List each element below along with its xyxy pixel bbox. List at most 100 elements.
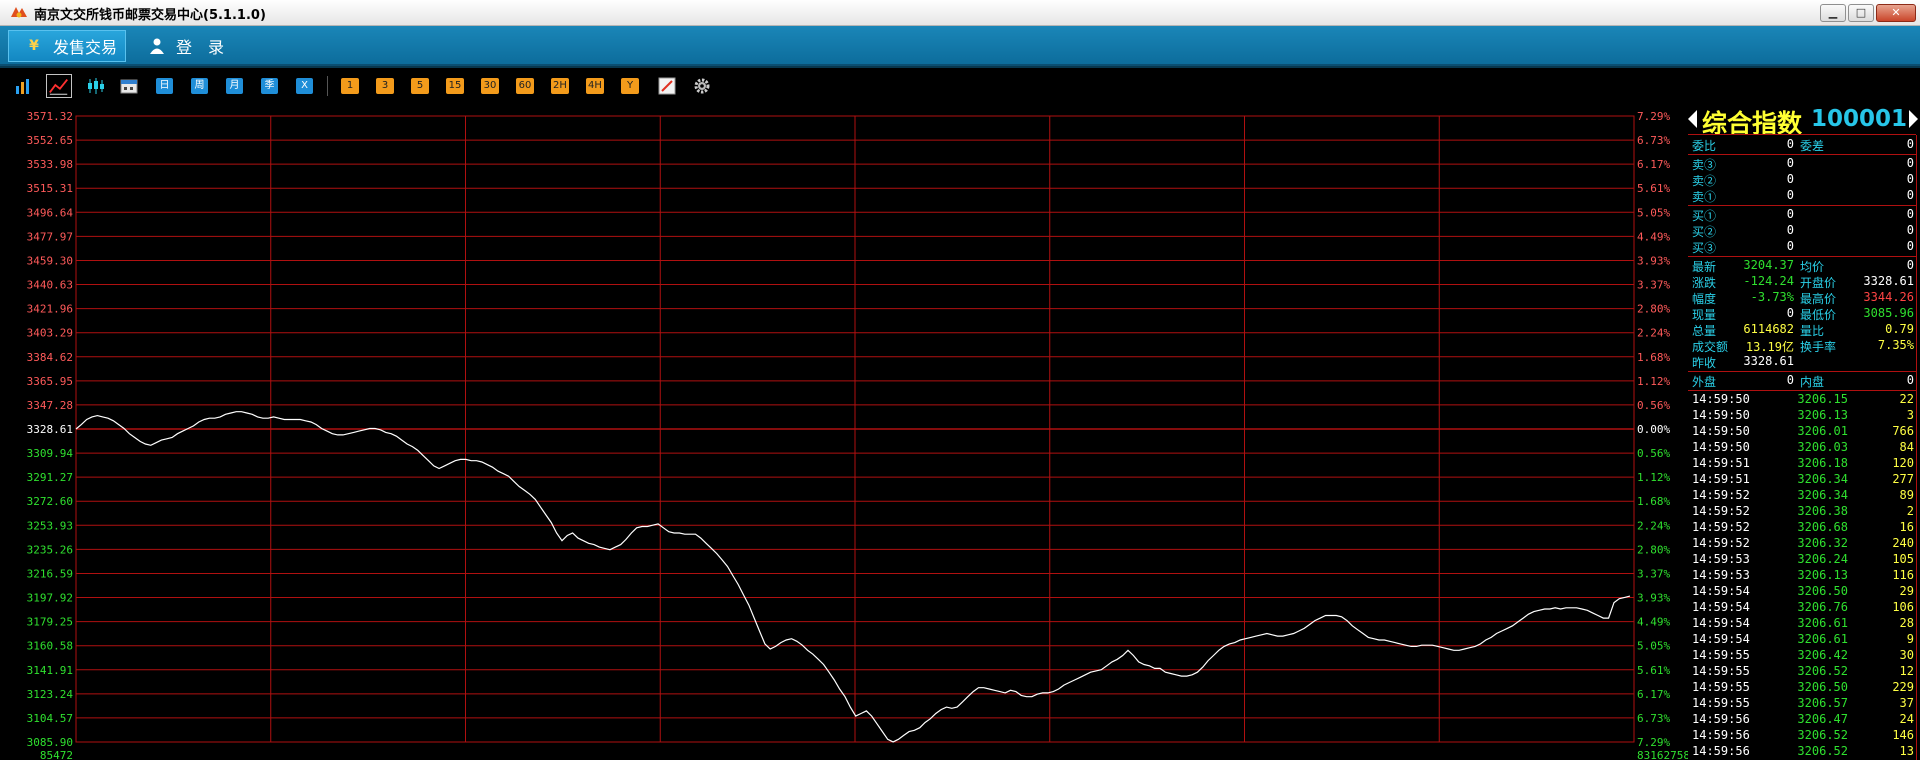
percent-tick-label: 2.24% bbox=[1637, 327, 1670, 340]
tick-price: 3206.50 bbox=[1797, 680, 1848, 694]
tick-row: 14:59:52 3206.68 16 bbox=[1688, 520, 1916, 536]
tick-row: 14:59:50 3206.01 766 bbox=[1688, 424, 1916, 440]
stat-value-2: 3344.26 bbox=[1863, 290, 1914, 304]
tick-row: 14:59:52 3206.38 2 bbox=[1688, 504, 1916, 520]
intraday-line-chart[interactable]: 3571.32 7.29% 3552.65 6.73% 3533.98 6.17% 3515… bbox=[0, 102, 1688, 760]
tick-volume: 3 bbox=[1906, 408, 1914, 422]
tick-time: 14:59:50 bbox=[1692, 440, 1750, 454]
tick-volume: 766 bbox=[1892, 424, 1914, 438]
period-x-button[interactable]: X bbox=[296, 78, 313, 94]
tick-row: 14:59:54 3206.50 29 bbox=[1688, 584, 1916, 600]
minute-30-button[interactable]: 30 bbox=[481, 78, 499, 94]
stat-label: 昨收 bbox=[1692, 356, 1717, 370]
tick-row: 14:59:55 3206.57 37 bbox=[1688, 696, 1916, 712]
calendar-icon[interactable] bbox=[120, 77, 138, 95]
percent-tick-label: 1.68% bbox=[1637, 495, 1670, 508]
tick-price: 3206.50 bbox=[1797, 584, 1848, 598]
line-chart-icon[interactable] bbox=[46, 74, 72, 98]
buy-level-row: 买② 0 0 bbox=[1688, 223, 1916, 239]
candlestick-icon[interactable] bbox=[86, 77, 106, 95]
stat-label: 总量 bbox=[1692, 324, 1717, 338]
tick-volume: 120 bbox=[1892, 456, 1914, 470]
minute-15-button[interactable]: 15 bbox=[446, 78, 464, 94]
panel-divider bbox=[1688, 134, 1916, 135]
hour-4-button[interactable]: 4H bbox=[586, 78, 604, 94]
percent-tick-label: 3.37% bbox=[1637, 567, 1670, 580]
weicha-value: 0 bbox=[1906, 137, 1914, 151]
tick-volume: 24 bbox=[1899, 712, 1914, 726]
tick-row: 14:59:55 3206.52 12 bbox=[1688, 664, 1916, 680]
tick-price: 3206.47 bbox=[1797, 712, 1848, 726]
tick-volume: 16 bbox=[1899, 520, 1914, 534]
tick-price: 3206.76 bbox=[1797, 600, 1848, 614]
quote-panel: 综合指数 100001 委比 0 委差 0 卖③ 0 0 卖② 0 0 卖① 0 0 买① 0 0 买② 0 0 买③… bbox=[1688, 102, 1920, 760]
tick-row: 14:59:51 3206.34 277 bbox=[1688, 472, 1916, 488]
draw-tool-icon[interactable] bbox=[658, 77, 676, 95]
bar-chart-icon[interactable] bbox=[14, 77, 32, 95]
buy-level-row: 买① 0 0 bbox=[1688, 207, 1916, 223]
percent-tick-label: 6.73% bbox=[1637, 134, 1670, 147]
price-tick-label: 3141.91 bbox=[27, 664, 73, 677]
minute-5-button[interactable]: 5 bbox=[411, 78, 429, 94]
stat-label: 成交额 bbox=[1692, 340, 1729, 354]
menu-login[interactable]: 登 录 bbox=[140, 30, 250, 62]
stat-value: 0 bbox=[1786, 306, 1794, 320]
buy-level-label: 买③ bbox=[1692, 241, 1717, 255]
tick-price: 3206.32 bbox=[1797, 536, 1848, 550]
tick-row: 14:59:56 3206.52 13 bbox=[1688, 744, 1916, 760]
sell-level-row: 卖② 0 0 bbox=[1688, 172, 1916, 188]
stat-label-2: 开盘价 bbox=[1800, 276, 1837, 290]
minimize-button[interactable]: ▁ bbox=[1820, 4, 1846, 22]
yen-icon: ¥ bbox=[29, 38, 39, 54]
stat-row: 现量 0 最低价 3085.96 bbox=[1688, 306, 1916, 322]
percent-tick-label: 0.56% bbox=[1637, 447, 1670, 460]
percent-tick-label: 4.49% bbox=[1637, 616, 1670, 629]
buy-level-row: 买③ 0 0 bbox=[1688, 239, 1916, 255]
tick-row: 14:59:50 3206.03 84 bbox=[1688, 440, 1916, 456]
stat-label: 最新 bbox=[1692, 260, 1717, 274]
tick-volume: 13 bbox=[1899, 744, 1914, 758]
inner-label: 内盘 bbox=[1800, 375, 1825, 389]
tick-price: 3206.57 bbox=[1797, 696, 1848, 710]
hour-2-button[interactable]: 2H bbox=[551, 78, 569, 94]
tick-time: 14:59:52 bbox=[1692, 504, 1750, 518]
stat-value: 6114682 bbox=[1743, 322, 1794, 336]
minute-1-button[interactable]: 1 bbox=[341, 78, 359, 94]
price-tick-label: 3328.61 bbox=[27, 423, 73, 436]
tick-time: 14:59:50 bbox=[1692, 424, 1750, 438]
next-instrument-arrow-icon[interactable] bbox=[1909, 110, 1918, 128]
price-tick-label: 3421.96 bbox=[27, 303, 73, 316]
tick-row: 14:59:54 3206.61 28 bbox=[1688, 616, 1916, 632]
toolbar-separator bbox=[327, 76, 328, 96]
stat-value-2: 0 bbox=[1906, 258, 1914, 272]
close-button[interactable]: ✕ bbox=[1876, 4, 1916, 22]
tick-price: 3206.38 bbox=[1797, 504, 1848, 518]
tick-price: 3206.68 bbox=[1797, 520, 1848, 534]
minute-3-button[interactable]: 3 bbox=[376, 78, 394, 94]
tick-row: 14:59:55 3206.50 229 bbox=[1688, 680, 1916, 696]
percent-tick-label: 3.93% bbox=[1637, 254, 1670, 267]
price-chart[interactable]: 3571.32 7.29% 3552.65 6.73% 3533.98 6.17% 3515… bbox=[0, 102, 1688, 760]
year-button[interactable]: Y bbox=[621, 78, 639, 94]
minute-60-button[interactable]: 60 bbox=[516, 78, 534, 94]
maximize-button[interactable]: □ bbox=[1848, 4, 1874, 22]
period-week-button[interactable]: 周 bbox=[191, 78, 208, 94]
tick-volume: 229 bbox=[1892, 680, 1914, 694]
prev-instrument-arrow-icon[interactable] bbox=[1688, 110, 1697, 128]
stat-label-2: 量比 bbox=[1800, 324, 1825, 338]
period-quarter-button[interactable]: 季 bbox=[261, 78, 278, 94]
tick-row: 14:59:53 3206.13 116 bbox=[1688, 568, 1916, 584]
stat-row: 幅度 -3.73% 最高价 3344.26 bbox=[1688, 290, 1916, 306]
tick-price: 3206.13 bbox=[1797, 408, 1848, 422]
sell-price: 0 bbox=[1786, 172, 1794, 186]
period-month-button[interactable]: 月 bbox=[226, 78, 243, 94]
outer-inner-row: 外盘 0 内盘 0 bbox=[1688, 373, 1916, 389]
gear-icon[interactable] bbox=[693, 77, 711, 95]
tick-price: 3206.52 bbox=[1797, 728, 1848, 742]
tick-time: 14:59:54 bbox=[1692, 584, 1750, 598]
weibi-label: 委比 bbox=[1692, 139, 1717, 153]
period-day-button[interactable]: 日 bbox=[156, 78, 173, 94]
tick-row: 14:59:50 3206.15 22 bbox=[1688, 392, 1916, 408]
menu-sale-trade[interactable]: ¥ 发售交易 bbox=[8, 30, 126, 62]
stat-value: 13.19亿 bbox=[1745, 340, 1794, 354]
